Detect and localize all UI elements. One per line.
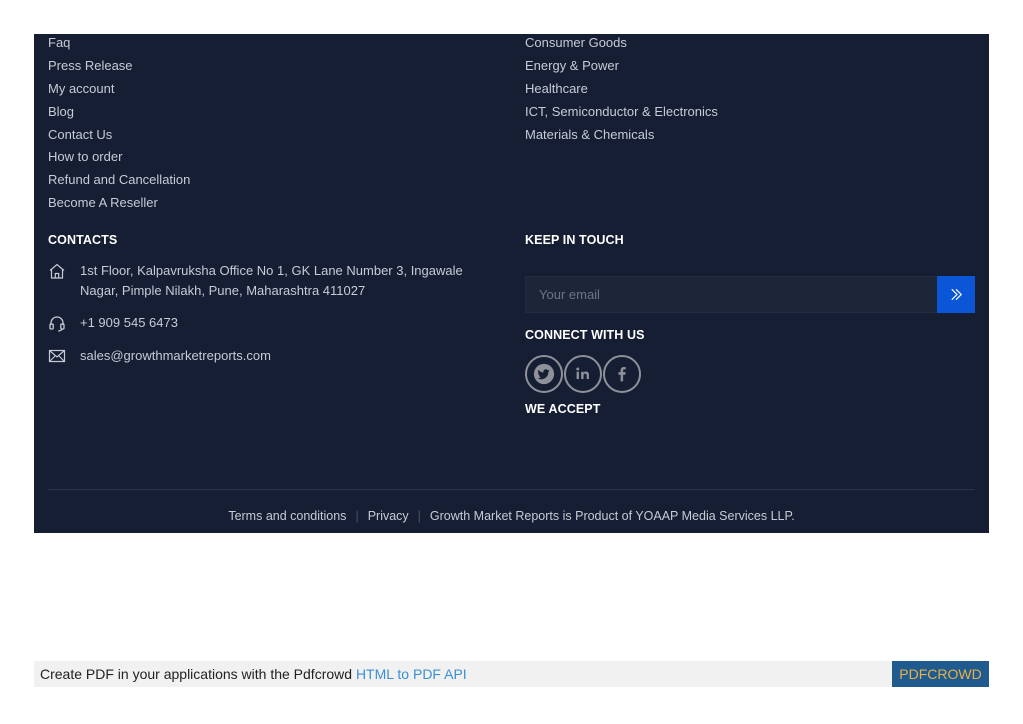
envelope-icon [48,349,66,363]
newsletter-email-input[interactable] [526,277,936,312]
connect-title: CONNECT WITH US [525,328,645,342]
pdfcrowd-banner: Create PDF in your applications with the… [34,661,989,687]
terms-link[interactable]: Terms and conditions [228,509,346,523]
separator: | [417,509,421,523]
headset-icon [49,316,65,332]
footer-links-right: Consumer Goods Energy & Power Healthcare… [525,34,718,148]
footer-link-consumer-goods[interactable]: Consumer Goods [525,34,718,57]
contact-phone: +1 909 545 6473 [48,313,500,333]
newsletter-submit-button[interactable] [937,276,975,313]
footer-link-how-to-order[interactable]: How to order [48,148,190,171]
company-notice: Growth Market Reports is Product of YOAA… [429,509,795,523]
home-icon [49,263,65,279]
footer-link-refund[interactable]: Refund and Cancellation [48,171,190,194]
contact-address: 1st Floor, Kalpavruksha Office No 1, GK … [48,261,500,300]
footer-links-left: Faq Press Release My account Blog Contac… [48,34,190,217]
footer-link-my-account[interactable]: My account [48,80,190,103]
footer-link-ict[interactable]: ICT, Semiconductor & Electronics [525,103,718,126]
footer-link-faq[interactable]: Faq [48,34,190,57]
footer-divider [48,489,975,490]
twitter-icon [533,363,555,385]
double-chevron-right-icon [950,288,962,301]
pdfcrowd-api-link[interactable]: HTML to PDF API [356,666,467,682]
social-links [525,355,641,393]
site-footer: Faq Press Release My account Blog Contac… [34,34,989,533]
footer-bottom-bar: Terms and conditions | Privacy | Growth Mark… [34,508,989,524]
footer-link-contact-us[interactable]: Contact Us [48,126,190,149]
contact-email: sales@growthmarketreports.com [48,346,500,366]
pdfcrowd-brand-button[interactable]: PDFCROWD [892,661,989,687]
keep-in-touch-title: KEEP IN TOUCH [525,233,624,247]
facebook-link[interactable] [603,355,641,393]
address-text: 1st Floor, Kalpavruksha Office No 1, GK … [80,263,463,298]
linkedin-link[interactable] [564,355,602,393]
footer-link-become-reseller[interactable]: Become A Reseller [48,194,190,217]
newsletter-form [525,276,975,313]
facebook-icon [618,367,626,382]
linkedin-icon [576,367,589,380]
footer-link-healthcare[interactable]: Healthcare [525,80,718,103]
pdfcrowd-banner-text: Create PDF in your applications with the… [40,666,467,682]
twitter-link[interactable] [525,355,563,393]
email-text[interactable]: sales@growthmarketreports.com [80,346,500,366]
pdfcrowd-text: Create PDF in your applications with the… [40,666,356,682]
we-accept-title: WE ACCEPT [525,402,601,416]
footer-link-materials[interactable]: Materials & Chemicals [525,126,718,149]
privacy-link[interactable]: Privacy [368,509,409,523]
footer-link-energy-power[interactable]: Energy & Power [525,57,718,80]
footer-link-press-release[interactable]: Press Release [48,57,190,80]
phone-text[interactable]: +1 909 545 6473 [80,313,500,333]
contacts-title: CONTACTS [48,233,118,247]
footer-link-blog[interactable]: Blog [48,103,190,126]
separator: | [355,509,359,523]
